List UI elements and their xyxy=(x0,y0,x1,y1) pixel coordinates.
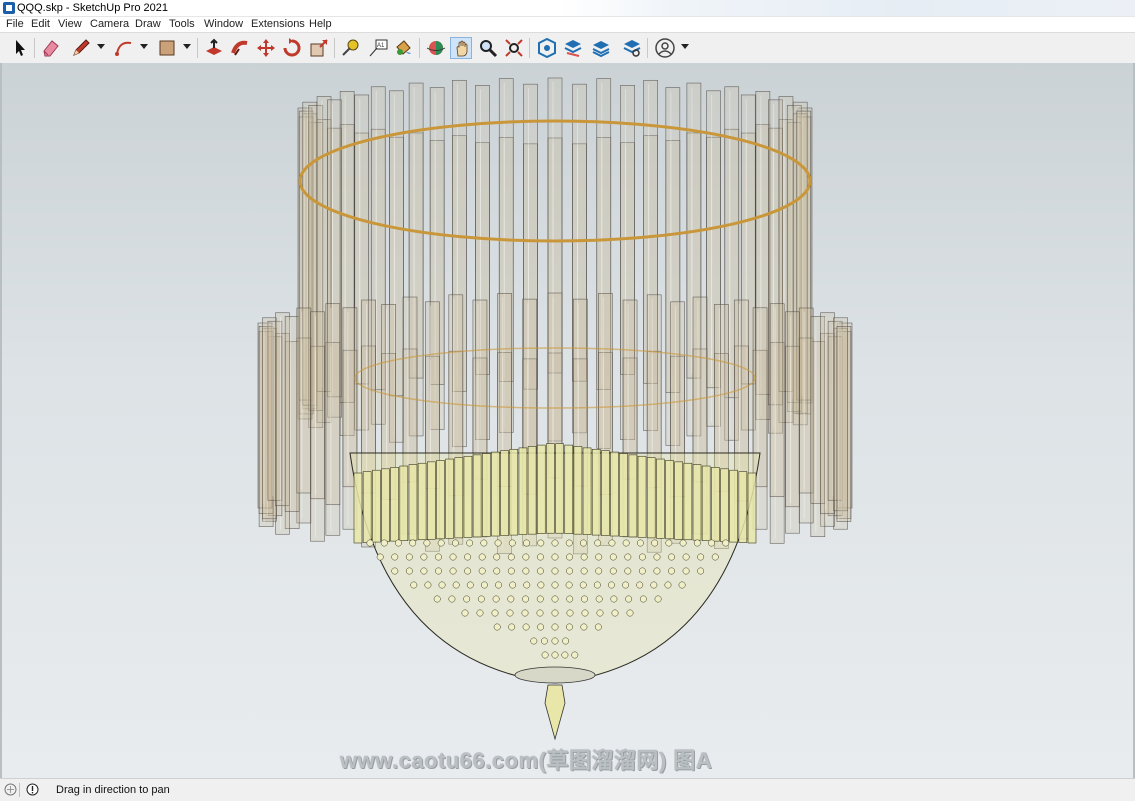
move-icon[interactable] xyxy=(255,37,277,59)
chandelier-model xyxy=(257,77,853,741)
text-icon[interactable]: A1 xyxy=(367,37,389,59)
rotate-icon[interactable] xyxy=(281,37,303,59)
push-pull-icon[interactable] xyxy=(203,37,225,59)
toolbar-separator xyxy=(529,38,530,58)
arc-icon[interactable] xyxy=(113,37,135,59)
orbit-icon[interactable] xyxy=(425,37,447,59)
extension-manager-icon[interactable] xyxy=(621,37,643,59)
title-bar: QQQ.skp - SketchUp Pro 2021 xyxy=(0,0,1135,17)
account-dropdown-chevron-icon[interactable] xyxy=(681,44,689,49)
large-toolset-toolbar: A1 xyxy=(0,32,1135,64)
instructor-info-icon[interactable] xyxy=(26,783,39,796)
status-bar: Drag in direction to pan xyxy=(0,778,1135,801)
crystal-bowl xyxy=(349,443,761,741)
eraser-icon[interactable] xyxy=(40,37,62,59)
status-divider xyxy=(19,783,20,797)
account-icon[interactable] xyxy=(654,37,676,59)
window-title: QQQ.skp - SketchUp Pro 2021 xyxy=(17,2,169,14)
rectangle-icon[interactable] xyxy=(156,37,178,59)
menu-tools[interactable]: Tools xyxy=(169,18,195,31)
toolbar-separator xyxy=(197,38,198,58)
pencil-line-icon[interactable] xyxy=(70,37,92,59)
paint-bucket-icon[interactable] xyxy=(392,37,414,59)
menu-draw[interactable]: Draw xyxy=(135,18,161,31)
layout-icon[interactable] xyxy=(590,37,612,59)
title-bar-background xyxy=(560,0,1135,16)
menu-view[interactable]: View xyxy=(58,18,82,31)
watermark-text: www.caotu66.com(草图溜溜网) 图A xyxy=(340,748,713,773)
extension-warehouse-icon[interactable] xyxy=(562,37,584,59)
geo-location-icon[interactable] xyxy=(4,783,17,796)
pencil-dropdown-chevron-icon[interactable] xyxy=(97,44,105,49)
toolbar-separator xyxy=(647,38,648,58)
warehouse-icon[interactable] xyxy=(536,37,558,59)
follow-me-icon[interactable] xyxy=(229,37,251,59)
model-viewport[interactable]: www.caotu66.com(草图溜溜网) 图A xyxy=(0,63,1135,778)
menu-extensions[interactable]: Extensions xyxy=(251,18,305,31)
tape-measure-icon[interactable] xyxy=(340,37,362,59)
status-hint: Drag in direction to pan xyxy=(56,784,170,796)
pan-icon[interactable] xyxy=(450,37,472,59)
zoom-extents-icon[interactable] xyxy=(503,37,525,59)
select-icon[interactable] xyxy=(9,37,31,59)
toolbar-separator xyxy=(419,38,420,58)
menu-camera[interactable]: Camera xyxy=(90,18,129,31)
menu-bar: File Edit View Camera Draw Tools Window … xyxy=(0,17,1135,32)
rectangle-dropdown-chevron-icon[interactable] xyxy=(183,44,191,49)
arc-dropdown-chevron-icon[interactable] xyxy=(140,44,148,49)
sketchup-app-icon xyxy=(3,2,15,14)
svg-text:A1: A1 xyxy=(377,43,385,49)
menu-window[interactable]: Window xyxy=(204,18,243,31)
menu-edit[interactable]: Edit xyxy=(31,18,50,31)
pendant-drop xyxy=(544,684,566,741)
toolbar-separator xyxy=(34,38,35,58)
scale-icon[interactable] xyxy=(308,37,330,59)
toolbar-separator xyxy=(334,38,335,58)
menu-help[interactable]: Help xyxy=(309,18,332,31)
zoom-icon[interactable] xyxy=(477,37,499,59)
menu-file[interactable]: File xyxy=(6,18,24,31)
